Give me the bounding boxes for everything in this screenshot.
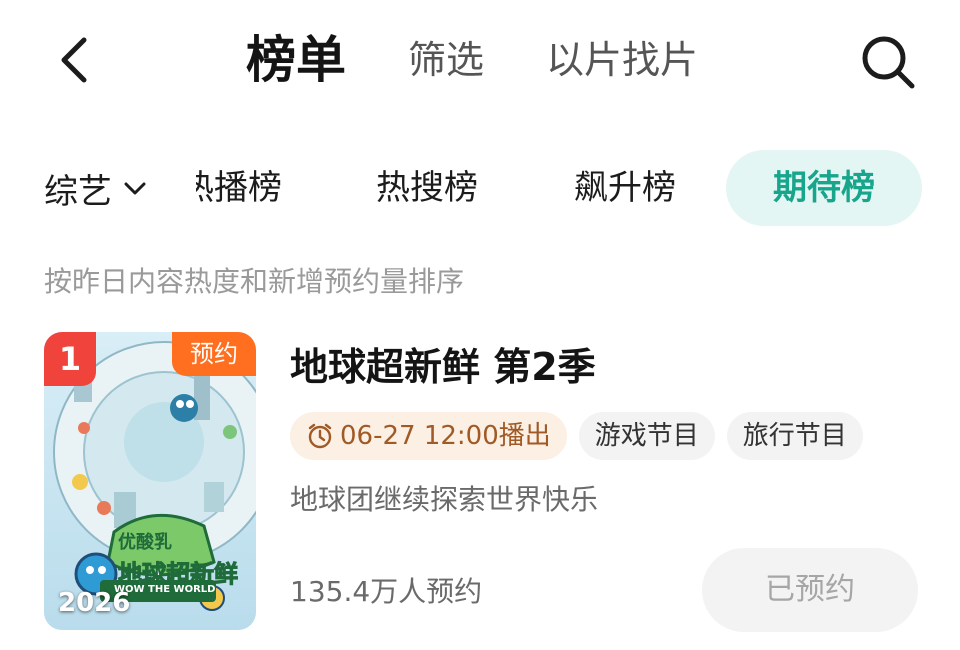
reserved-button[interactable]: 已预约	[702, 548, 918, 632]
genre-chip: 游戏节目	[578, 412, 715, 460]
back-button[interactable]	[48, 30, 108, 90]
rank-filter-row: 综艺 热播榜 热搜榜 飙升榜 期待榜	[0, 150, 960, 226]
search-icon	[862, 36, 915, 89]
search-button[interactable]	[856, 30, 920, 94]
poster-year: 2026	[58, 588, 131, 618]
air-time-chip: 06-27 12:00播出	[290, 412, 567, 460]
show-description: 地球团继续探索世界快乐	[290, 483, 599, 516]
genre-chip: 旅行节目	[726, 412, 863, 460]
rank-tabs: 热播榜 热搜榜 飙升榜 期待榜	[196, 150, 960, 226]
tab-anticipated[interactable]: 期待榜	[726, 150, 922, 226]
tab-ranking[interactable]: 榜单	[246, 30, 346, 90]
top-bar: 榜单 筛选 以片找片	[0, 0, 960, 120]
list-item[interactable]: 优酸乳 地球超新鲜 WOW THE WORLD 1 预约 2026 地球超新鲜 …	[0, 330, 960, 640]
tab-filter[interactable]: 筛选	[408, 30, 484, 90]
reserve-tag: 预约	[172, 332, 256, 376]
chevron-left-icon	[61, 37, 87, 83]
show-title[interactable]: 地球超新鲜 第2季	[290, 340, 596, 394]
air-time-label: 06-27 12:00播出	[340, 421, 551, 451]
category-label: 综艺	[44, 171, 112, 212]
poster-logo-top: 优酸乳	[118, 532, 172, 553]
tab-find-by-clip[interactable]: 以片找片	[546, 30, 698, 90]
category-dropdown[interactable]: 综艺	[44, 150, 148, 226]
sort-description: 按昨日内容热度和新增预约量排序	[44, 265, 465, 298]
alarm-clock-icon	[308, 423, 332, 449]
tab-rising[interactable]: 飙升榜	[574, 150, 676, 226]
reservation-count: 135.4万人预约	[290, 575, 483, 608]
poster[interactable]: 优酸乳 地球超新鲜 WOW THE WORLD 1 预约 2026	[44, 332, 256, 630]
rank-badge: 1	[44, 332, 96, 386]
chevron-down-icon	[124, 182, 146, 195]
tab-hot-search[interactable]: 热搜榜	[376, 150, 478, 226]
tab-hot-play[interactable]: 热播榜	[196, 150, 282, 226]
tag-chips: 06-27 12:00播出 游戏节目 旅行节目	[290, 412, 875, 460]
